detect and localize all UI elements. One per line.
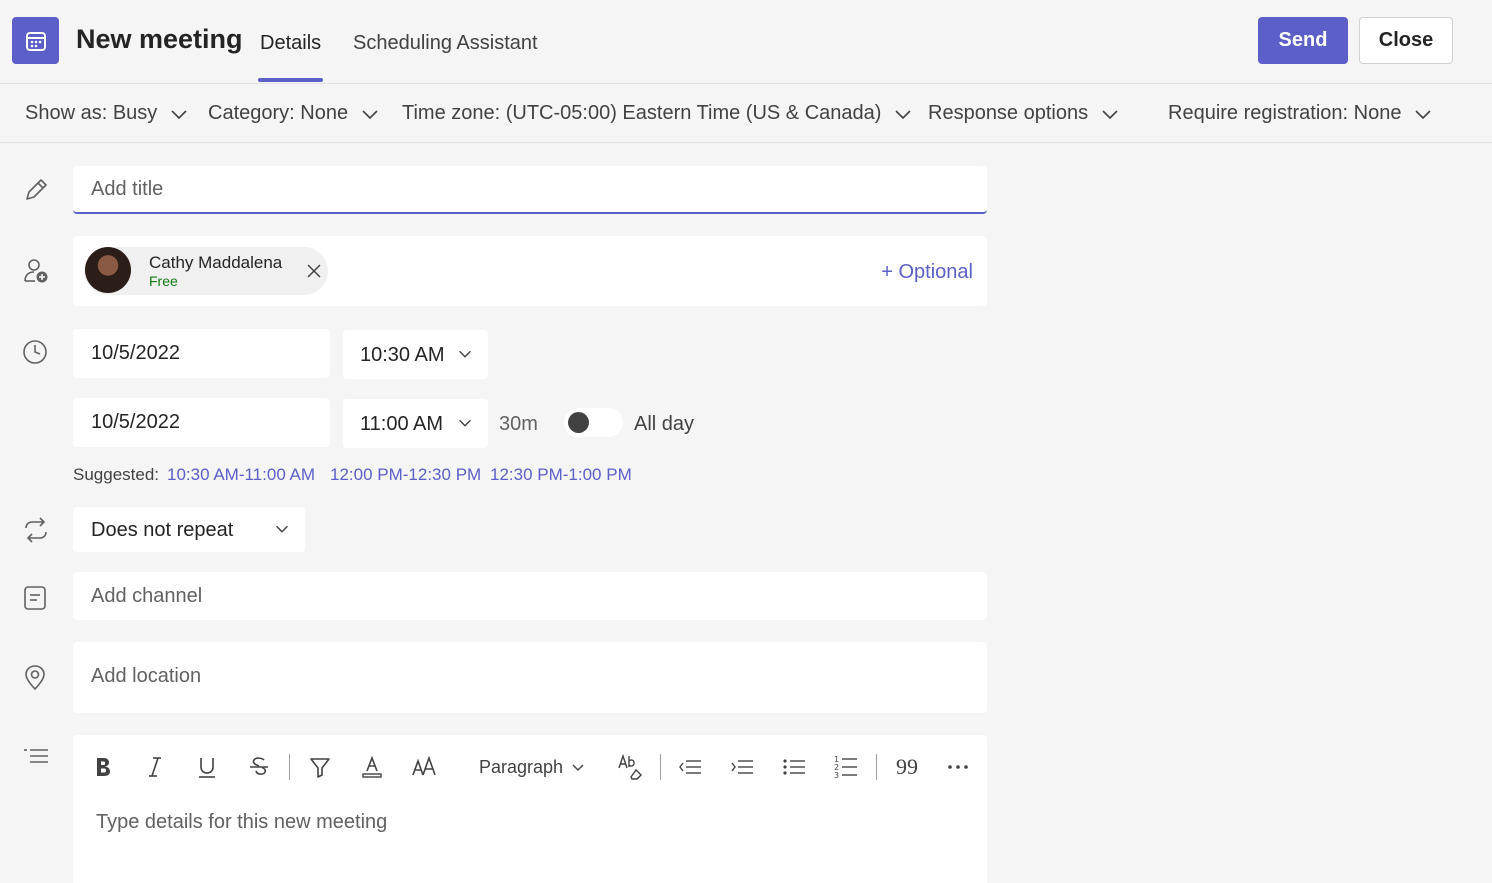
show-as-dropdown[interactable]: Show as: Busy (25, 102, 189, 125)
channel-input[interactable]: Add channel (73, 572, 987, 620)
decrease-indent-icon[interactable] (674, 751, 706, 783)
start-time-dropdown[interactable]: 10:30 AM (343, 330, 488, 379)
send-button[interactable]: Send (1258, 17, 1348, 64)
toolbar-divider (660, 754, 661, 780)
clock-icon (23, 340, 47, 364)
end-date-picker[interactable]: 10/5/2022 (73, 398, 330, 447)
paragraph-label: Paragraph (479, 757, 564, 777)
details-list-icon (24, 749, 48, 763)
chevron-down-icon (171, 109, 187, 119)
tab-scheduling-assistant[interactable]: Scheduling Assistant (353, 32, 538, 82)
attendee-chip[interactable]: Cathy Maddalena Free (84, 247, 328, 295)
chevron-down-icon (572, 764, 584, 771)
highlight-icon[interactable] (304, 751, 336, 783)
attendees-input[interactable]: Cathy Maddalena Free + Optional (73, 236, 987, 306)
start-time-value: 10:30 AM (360, 344, 445, 366)
svg-text:3: 3 (834, 771, 839, 780)
chevron-down-icon (276, 525, 288, 533)
duration-label: 30m (499, 413, 538, 435)
numbered-list-icon[interactable]: 123 (830, 751, 862, 783)
suggested-time-2[interactable]: 12:00 PM-12:30 PM (330, 465, 481, 485)
chevron-down-icon (1415, 109, 1432, 119)
start-date-picker[interactable]: 10/5/2022 (73, 329, 330, 378)
all-day-label: All day (634, 413, 695, 435)
bulleted-list-icon[interactable] (778, 751, 810, 783)
start-date-value: 10/5/2022 (91, 342, 180, 364)
more-options-icon[interactable] (942, 751, 974, 783)
toggle-knob (568, 412, 589, 433)
optional-attendees-link[interactable]: + Optional (881, 261, 973, 284)
chevron-down-icon (362, 109, 378, 119)
tab-details[interactable]: Details (257, 32, 324, 82)
bold-icon[interactable] (87, 751, 119, 783)
paragraph-dropdown[interactable]: Paragraph (479, 757, 585, 778)
suggested-label: Suggested: (73, 465, 160, 484)
channel-placeholder: Add channel (91, 585, 203, 607)
font-color-icon[interactable] (356, 751, 388, 783)
add-person-icon (24, 259, 48, 283)
attendee-name: Cathy Maddalena (149, 253, 283, 272)
close-button[interactable]: Close (1359, 17, 1453, 64)
increase-indent-icon[interactable] (726, 751, 758, 783)
end-time-value: 11:00 AM (360, 413, 444, 435)
close-icon[interactable] (306, 263, 322, 279)
end-date-value: 10/5/2022 (91, 411, 180, 433)
all-day-toggle[interactable] (564, 408, 623, 437)
chevron-down-icon (459, 419, 471, 427)
repeat-value: Does not repeat (91, 519, 234, 541)
time-zone-dropdown[interactable]: Time zone: (UTC-05:00) Eastern Time (US … (402, 102, 913, 125)
underline-icon[interactable] (191, 751, 223, 783)
repeat-dropdown[interactable]: Does not repeat (73, 507, 305, 552)
options-bar: Show as: Busy Category: None Time zone: … (0, 85, 1492, 143)
title-placeholder: Add title (91, 178, 164, 200)
repeat-icon (25, 517, 47, 543)
suggested-time-1[interactable]: 10:30 AM-11:00 AM (167, 465, 315, 485)
details-editor[interactable]: Paragraph 123 99 Type details for this n… (73, 735, 987, 883)
require-registration-dropdown[interactable]: Require registration: None (1168, 102, 1433, 125)
toolbar-divider (289, 754, 290, 780)
avatar (85, 247, 131, 293)
end-time-dropdown[interactable]: 11:00 AM (343, 399, 488, 448)
location-icon (25, 665, 45, 691)
attendee-status: Free (149, 273, 178, 289)
clear-formatting-icon[interactable] (614, 751, 646, 783)
title-input[interactable]: Add title (73, 166, 987, 214)
calendar-icon (12, 17, 59, 64)
italic-icon[interactable] (139, 751, 171, 783)
time-zone-label: Time zone: (UTC-05:00) Eastern Time (US … (402, 102, 882, 124)
chevron-down-icon (1102, 109, 1118, 119)
page-title: New meeting (76, 24, 243, 54)
header-bar: New meeting Details Scheduling Assistant… (0, 0, 1492, 84)
category-dropdown[interactable]: Category: None (208, 102, 380, 125)
category-label: Category: None (208, 102, 349, 124)
response-options-label: Response options (928, 102, 1089, 124)
response-options-dropdown[interactable]: Response options (928, 102, 1120, 125)
location-placeholder: Add location (91, 665, 202, 687)
details-placeholder: Type details for this new meeting (96, 811, 388, 833)
font-size-icon[interactable] (408, 751, 440, 783)
toolbar-divider (876, 754, 877, 780)
show-as-label: Show as: Busy (25, 102, 158, 124)
location-input[interactable]: Add location (73, 642, 987, 713)
suggested-time-3[interactable]: 12:30 PM-1:00 PM (490, 465, 632, 485)
pencil-icon (26, 179, 47, 200)
require-registration-label: Require registration: None (1168, 102, 1402, 124)
chevron-down-icon (459, 350, 471, 358)
channel-icon (24, 586, 46, 610)
quote-icon[interactable]: 99 (891, 751, 923, 783)
chevron-down-icon (895, 109, 912, 119)
strikethrough-icon[interactable] (243, 751, 275, 783)
